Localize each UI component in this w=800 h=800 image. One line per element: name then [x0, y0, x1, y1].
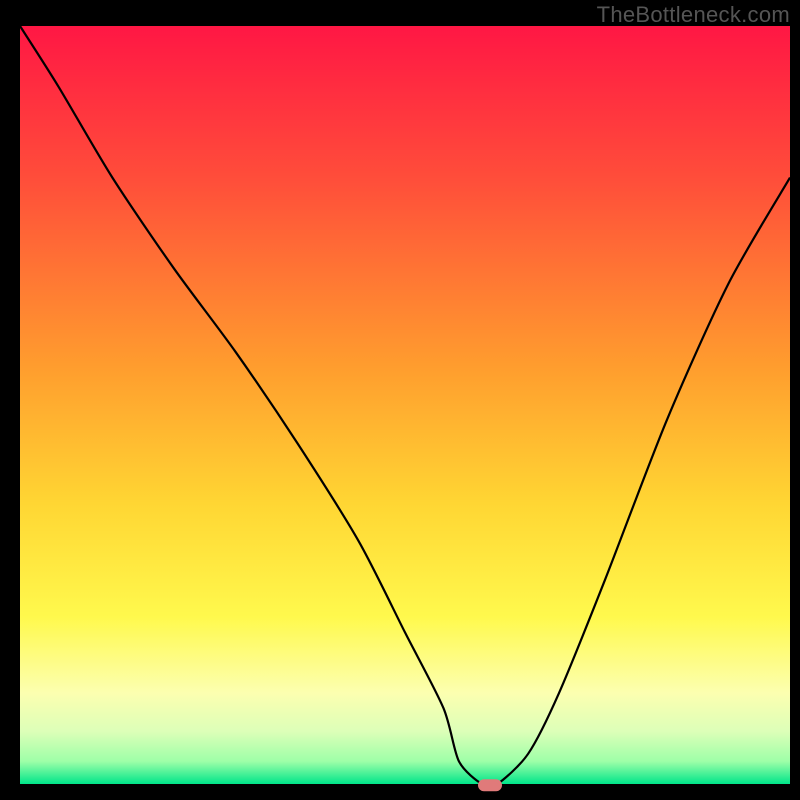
optimal-marker	[478, 779, 502, 791]
watermark-label: TheBottleneck.com	[597, 2, 790, 28]
chart-frame: TheBottleneck.com	[0, 0, 800, 800]
bottleneck-chart	[0, 0, 800, 800]
gradient-background	[20, 26, 790, 784]
